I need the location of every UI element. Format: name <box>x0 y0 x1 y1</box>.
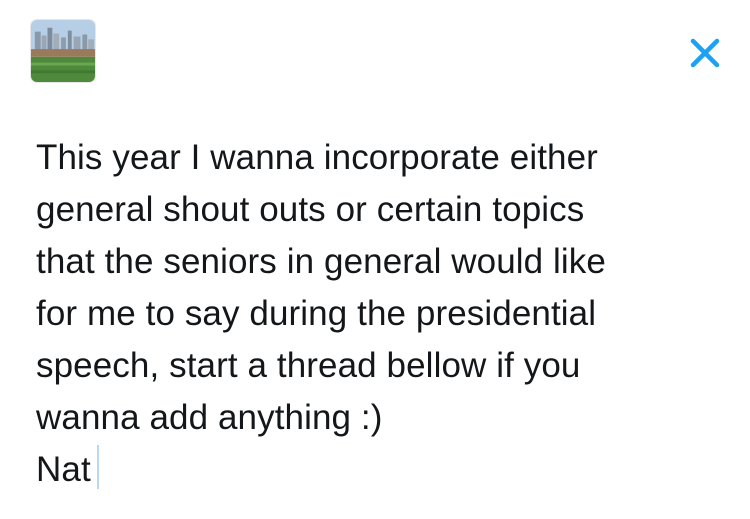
compose-last-line: Nat <box>36 444 736 496</box>
compose-text-line: general shout outs or certain topics <box>36 190 585 229</box>
compose-text-line: Nat <box>36 450 91 489</box>
compose-text-line: wanna add anything :) <box>36 398 383 437</box>
compose-text-line: for me to say during the presidential <box>36 294 597 333</box>
tweet-compose-text[interactable]: This year I wanna incorporate either gen… <box>36 132 736 496</box>
close-button[interactable] <box>684 32 726 74</box>
compose-text-line: that the seniors in general would like <box>36 242 606 281</box>
compose-text-line: speech, start a thread bellow if you <box>36 346 581 385</box>
close-icon <box>690 38 720 68</box>
text-cursor <box>96 445 99 489</box>
user-avatar-icon <box>31 20 95 82</box>
compose-text-line: This year I wanna incorporate either <box>36 138 598 177</box>
user-avatar[interactable] <box>30 19 96 83</box>
